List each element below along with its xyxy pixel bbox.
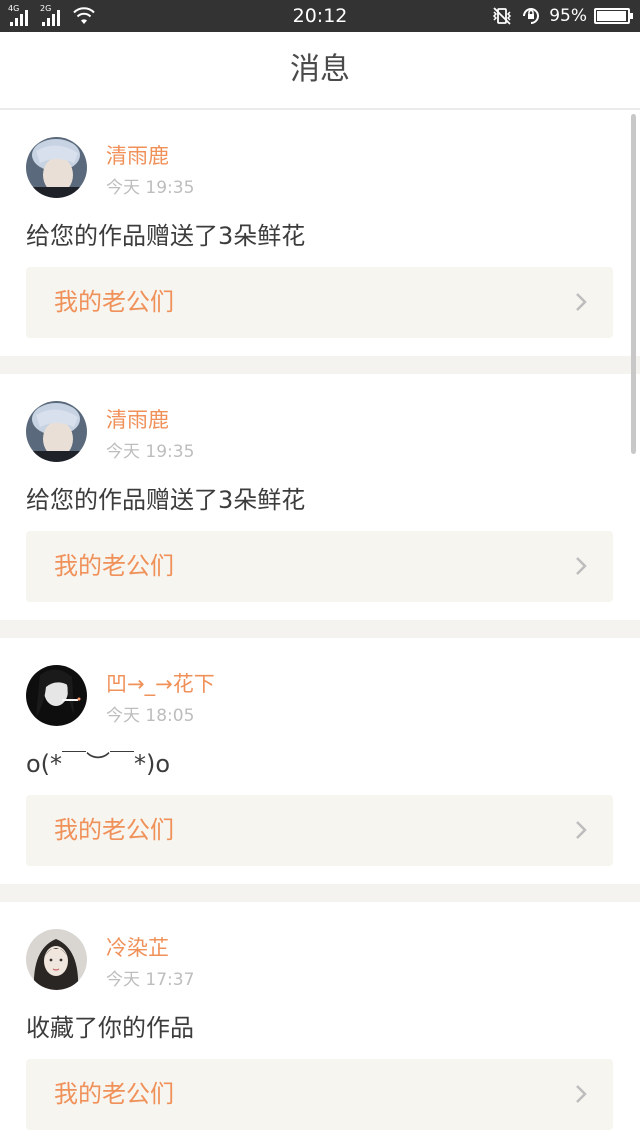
chevron-right-icon	[576, 557, 587, 575]
message-text: 给您的作品赠送了3朵鲜花	[26, 486, 306, 514]
message-card: 凹→_→花下 今天 18:05 o(*￣︶￣*)o 我的老公们	[0, 638, 640, 884]
scrollbar[interactable]	[631, 114, 636, 454]
avatar[interactable]	[26, 929, 87, 990]
chevron-right-icon	[576, 821, 587, 839]
chevron-right-icon	[576, 293, 587, 311]
message-card: 清雨鹿 今天 19:35 给您的作品赠送了3朵鲜花 我的老公们	[0, 110, 640, 356]
work-title: 我的老公们	[54, 816, 174, 844]
work-link[interactable]: 我的老公们	[26, 795, 613, 866]
work-title: 我的老公们	[54, 1080, 174, 1108]
message-card: 冷染芷 今天 17:37 收藏了你的作品 我的老公们	[0, 902, 640, 1138]
chevron-right-icon	[576, 1085, 587, 1103]
work-link[interactable]: 我的老公们	[26, 531, 613, 602]
page-title: 消息	[0, 32, 640, 110]
status-right: 95%	[491, 0, 633, 32]
battery-percent: 95%	[549, 6, 587, 26]
username[interactable]: 清雨鹿	[106, 404, 169, 434]
message-text: 收藏了你的作品	[26, 1014, 194, 1042]
timestamp: 今天 18:05	[106, 706, 195, 726]
work-title: 我的老公们	[54, 288, 174, 316]
message-card: 清雨鹿 今天 19:35 给您的作品赠送了3朵鲜花 我的老公们	[0, 374, 640, 620]
work-link[interactable]: 我的老公们	[26, 267, 613, 338]
avatar[interactable]	[26, 137, 87, 198]
rotation-lock-icon	[523, 8, 540, 24]
message-list[interactable]: 清雨鹿 今天 19:35 给您的作品赠送了3朵鲜花 我的老公们 清雨鹿 今天 1…	[0, 110, 640, 1138]
username[interactable]: 冷染芷	[106, 932, 169, 962]
avatar[interactable]	[26, 401, 87, 462]
divider	[0, 620, 640, 638]
message-text: 给您的作品赠送了3朵鲜花	[26, 222, 306, 250]
message-text: o(*￣︶￣*)o	[26, 750, 171, 778]
battery-icon	[594, 8, 633, 24]
timestamp: 今天 19:35	[106, 442, 195, 462]
work-link[interactable]: 我的老公们	[26, 1059, 613, 1130]
work-title: 我的老公们	[54, 552, 174, 580]
status-bar: 4G 2G 20:12 95%	[0, 0, 640, 32]
username[interactable]: 凹→_→花下	[106, 668, 215, 698]
username[interactable]: 清雨鹿	[106, 140, 169, 170]
timestamp: 今天 17:37	[106, 970, 195, 990]
divider	[0, 884, 640, 902]
avatar[interactable]	[26, 665, 87, 726]
timestamp: 今天 19:35	[106, 178, 195, 198]
divider	[0, 356, 640, 374]
vibrate-icon	[493, 7, 512, 25]
